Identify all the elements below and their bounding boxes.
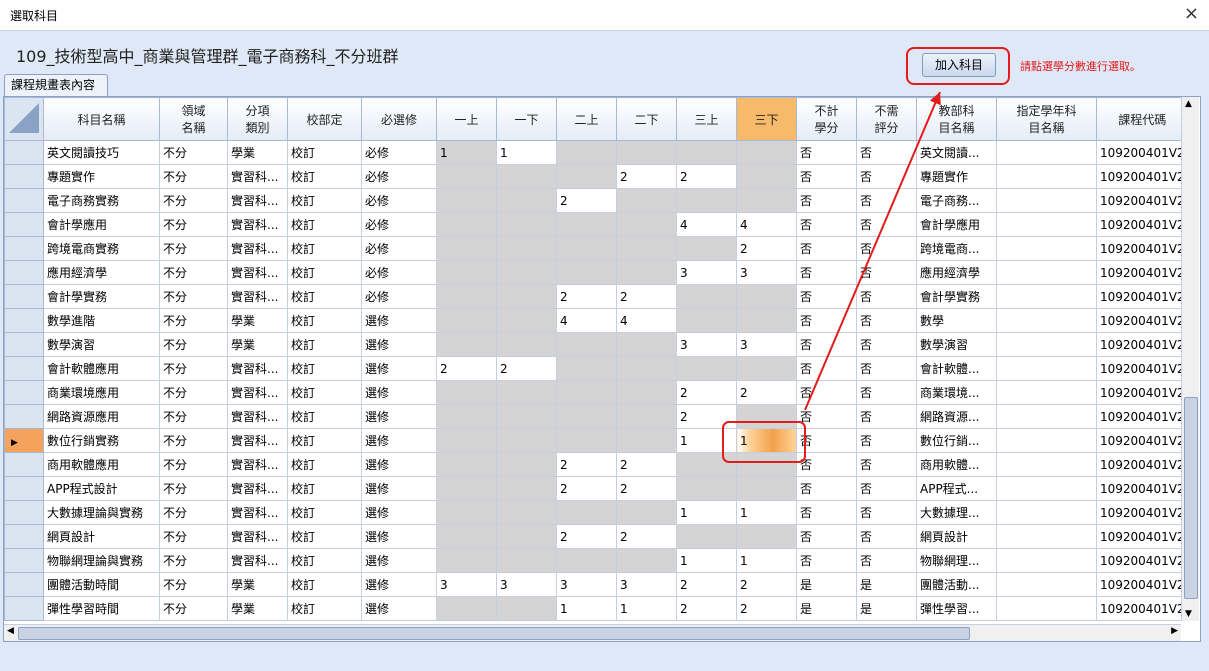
pointer-arrow	[804, 91, 941, 411]
